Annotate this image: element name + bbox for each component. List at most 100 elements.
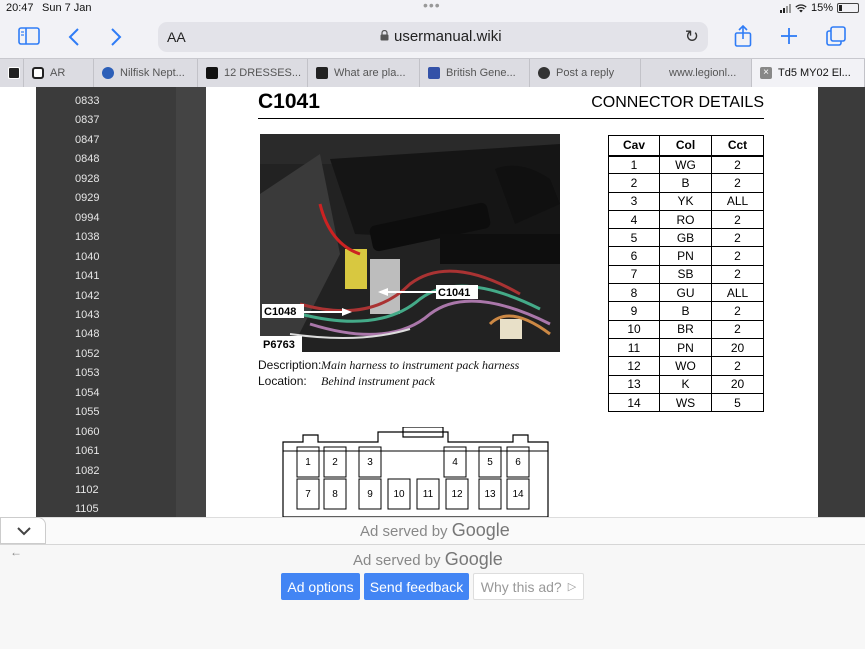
table-cell: PN xyxy=(659,337,712,358)
table-cell: 20 xyxy=(711,374,764,394)
tab-0[interactable] xyxy=(0,59,24,87)
sidebar-item[interactable]: 1038 xyxy=(75,231,135,243)
connector-face-diagram: 1 2 3 4 5 67 8 9 10 11 12 13 14 xyxy=(282,427,549,517)
sidebar-item[interactable]: 1055 xyxy=(75,406,135,418)
table-row: 6 PN 2 xyxy=(608,246,764,266)
tab-label: What are pla... xyxy=(334,67,406,79)
sidebar-item[interactable]: 0833 xyxy=(75,95,135,107)
pin-number: 11 xyxy=(423,489,434,500)
table-cell: WG xyxy=(659,154,712,175)
sidebar-item[interactable]: 1053 xyxy=(75,367,135,379)
tab-7[interactable]: www.legionl... xyxy=(641,59,752,87)
table-row: 10 BR 2 xyxy=(608,319,764,339)
connector-photo-image: C1048 C1041 P6763 xyxy=(260,134,560,352)
send-feedback-button[interactable]: Send feedback xyxy=(364,573,469,600)
sidebar-item[interactable]: 1105 xyxy=(75,503,135,515)
table-cell: 12 xyxy=(608,356,660,376)
tab-label: British Gene... xyxy=(446,67,516,79)
sidebar-item[interactable]: 0837 xyxy=(75,114,135,126)
sidebar-item[interactable]: 0929 xyxy=(75,192,135,204)
table-row: 7 SB 2 xyxy=(608,264,764,285)
ad-served-by: Ad served by Google xyxy=(353,549,503,569)
sidebar-item[interactable]: 1060 xyxy=(75,426,135,438)
status-time: 20:47 xyxy=(6,2,34,14)
pin-number: 10 xyxy=(393,489,405,500)
tab-4[interactable]: What are pla... xyxy=(308,59,420,87)
tab-5[interactable]: British Gene... xyxy=(420,59,530,87)
sidebar-item[interactable]: 1061 xyxy=(75,445,135,457)
tab-label: www.legionl... xyxy=(669,67,737,79)
back-icon[interactable] xyxy=(68,28,80,46)
sidebar-item[interactable]: 0928 xyxy=(75,173,135,185)
sidebar-toggle-icon[interactable] xyxy=(18,27,40,45)
sidebar-item[interactable]: 1043 xyxy=(75,309,135,321)
table-cell: RO xyxy=(659,209,712,230)
table-row: 13 K 20 xyxy=(608,374,764,394)
table-cell: 1 xyxy=(608,154,660,175)
tab-1[interactable]: AR xyxy=(24,59,94,87)
sidebar-item[interactable]: 1082 xyxy=(75,465,135,477)
table-cell: B xyxy=(659,301,712,321)
why-this-ad-button[interactable]: Why this ad? ▷ xyxy=(473,573,584,600)
share-icon[interactable] xyxy=(734,25,752,47)
flag-logo-icon xyxy=(428,67,440,79)
document-page: C1041 CONNECTOR DETAILS C1048 C1041 P676… xyxy=(230,87,818,517)
status-bar: 20:47 Sun 7 Jan ••• 15% xyxy=(0,0,865,18)
back-arrow-icon[interactable]: ← xyxy=(10,545,22,559)
table-cell: ALL xyxy=(711,191,764,211)
reload-icon[interactable]: ↻ xyxy=(685,27,699,47)
col-header-cav: Cav xyxy=(608,135,660,157)
sidebar-item[interactable]: 0848 xyxy=(75,153,135,165)
table-cell: K xyxy=(659,374,712,394)
sidebar-item[interactable]: 0847 xyxy=(75,134,135,146)
google-wordmark: Google xyxy=(444,549,503,569)
lock-icon xyxy=(380,30,389,41)
battery-icon xyxy=(837,3,859,13)
tab-2[interactable]: Nilfisk Nept... xyxy=(94,59,198,87)
tab-label: AR xyxy=(50,67,66,79)
tab-3[interactable]: 12 DRESSES... xyxy=(198,59,308,87)
table-row: 5 GB 2 xyxy=(608,228,764,248)
forward-icon[interactable] xyxy=(110,28,122,46)
new-tab-icon[interactable] xyxy=(780,27,798,45)
page-heading: CONNECTOR DETAILS xyxy=(591,94,764,111)
table-row: 3 YK ALL xyxy=(608,191,764,211)
url-text[interactable]: usermanual.wiki xyxy=(394,28,502,45)
table-cell: 7 xyxy=(608,264,660,285)
ad-collapse-button[interactable] xyxy=(0,517,46,544)
close-icon[interactable]: × xyxy=(760,67,772,79)
sidebar-item[interactable]: 1054 xyxy=(75,387,135,399)
sidebar-item[interactable]: 1042 xyxy=(75,290,135,302)
sidebar-item[interactable]: 0994 xyxy=(75,212,135,224)
sidebar-item[interactable]: 1052 xyxy=(75,348,135,360)
connector-photo: C1048 C1041 P6763 xyxy=(260,134,560,352)
sidebar-item[interactable]: 1048 xyxy=(75,328,135,340)
sidebar-item[interactable]: 1102 xyxy=(75,484,135,496)
table-cell: 2 xyxy=(711,173,764,193)
tab-8-active[interactable]: × Td5 MY02 El... xyxy=(752,59,865,87)
browser-toolbar: AA usermanual.wiki ↻ xyxy=(0,18,865,58)
tab-6[interactable]: Post a reply xyxy=(530,59,641,87)
table-row: 1 WG 2 xyxy=(608,154,764,175)
ad-options-button[interactable]: Ad options xyxy=(281,573,360,600)
cellular-signal-icon xyxy=(779,3,791,13)
table-cell: 2 xyxy=(608,173,660,193)
connector-code: C1041 xyxy=(258,90,320,113)
pin-number: 4 xyxy=(452,457,458,468)
table-cell: 2 xyxy=(711,319,764,339)
address-bar[interactable]: AA usermanual.wiki ↻ xyxy=(158,22,708,52)
tab-label: 12 DRESSES... xyxy=(224,67,302,79)
pin-number: 13 xyxy=(484,489,496,500)
table-row: 11 PN 20 xyxy=(608,337,764,358)
tab-bar: AR Nilfisk Nept... 12 DRESSES... What ar… xyxy=(0,58,865,87)
sidebar-item[interactable]: 1040 xyxy=(75,251,135,263)
photo-label-c1041: C1041 xyxy=(438,287,470,299)
tab-overview-icon[interactable] xyxy=(826,26,846,46)
table-cell: 2 xyxy=(711,246,764,266)
status-indicators: 15% xyxy=(779,2,859,14)
multitask-dots-icon[interactable]: ••• xyxy=(423,0,441,13)
pdf-margin-right xyxy=(818,87,865,517)
reader-aa-button[interactable]: AA xyxy=(167,29,186,45)
ad-served-by-top: Ad served by Google xyxy=(360,520,510,540)
sidebar-item[interactable]: 1041 xyxy=(75,270,135,282)
